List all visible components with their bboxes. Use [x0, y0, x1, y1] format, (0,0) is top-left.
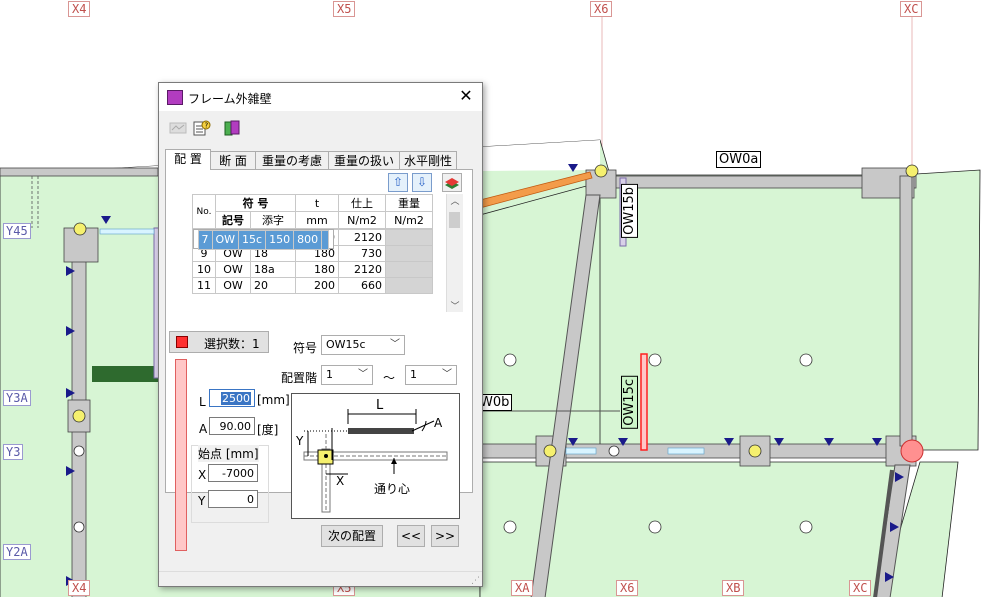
origin-y-input[interactable]: 0: [208, 490, 258, 508]
col-header-t: t: [295, 194, 339, 212]
move-down-button[interactable]: ⇩: [412, 173, 432, 192]
grid-label-x4-bottom: X4: [68, 580, 91, 596]
diagram-l-label: L: [376, 398, 384, 413]
col-header-juryo-unit: N/m2: [385, 211, 433, 229]
chevron-down-icon: ﹀: [390, 339, 400, 350]
wall-tag-ow15b[interactable]: OW15b: [621, 184, 638, 238]
col-header-fugo: 符 号: [215, 194, 296, 212]
wall-list-table[interactable]: No. 符 号 t 仕上 重量 記号 添字 mm N/m2 N/m2 7 OW …: [192, 194, 433, 294]
tab-horizontal-stiffness[interactable]: 水平剛性: [399, 151, 457, 170]
app-icon: [167, 90, 183, 105]
origin-x-label: X: [198, 468, 207, 482]
close-icon[interactable]: ✕: [456, 86, 476, 106]
fugo-label: 符号: [293, 341, 318, 355]
wall-tag-ow15c[interactable]: OW15c: [621, 376, 638, 429]
grid-label-xa-bottom: XA: [511, 580, 534, 596]
resize-grip-icon[interactable]: ⋰: [471, 576, 480, 586]
dialog-title: フレーム外雑壁: [188, 92, 272, 106]
selection-count-box: 選択数：1: [169, 331, 269, 353]
selection-color-bar: [175, 359, 187, 551]
placement-diagram: L A Y X 通り心: [291, 393, 460, 519]
scroll-down-icon[interactable]: ﹀: [447, 299, 463, 312]
selection-color-icon: [176, 336, 188, 348]
floor-tilde: ～: [383, 371, 396, 385]
wall-library-icon[interactable]: [223, 119, 241, 137]
chevron-down-icon: ﹀: [358, 369, 368, 380]
origin-x-input[interactable]: -7000: [208, 464, 258, 482]
origin-y-label: Y: [198, 494, 206, 508]
grid-label-x6-top: X6: [590, 1, 613, 17]
table-row[interactable]: 11 OW 20 200 660: [192, 277, 433, 294]
grid-label-y3a: Y3A: [3, 390, 31, 406]
table-row[interactable]: 7 OW 15c 150 800: [192, 229, 335, 250]
grid-label-xc-bottom: XC: [849, 580, 872, 596]
grid-label-x4-top: X4: [68, 1, 91, 17]
tab-weight-handling[interactable]: 重量の扱い: [328, 151, 400, 170]
grid-label-y2a: Y2A: [3, 544, 31, 560]
selection-count-label: 選択数：1: [204, 337, 260, 351]
tab-placement[interactable]: 配 置: [165, 149, 211, 170]
diagram-y-label: Y: [296, 434, 304, 448]
grid-label-xc-top: XC: [900, 1, 923, 17]
origin-group: 始点 [mm] X -7000 Y 0: [191, 445, 269, 523]
wall-tag-ow0a[interactable]: OW0a: [716, 151, 762, 168]
col-header-shiage-unit: N/m2: [338, 211, 386, 229]
diagram-center-line-label: 通り心: [374, 482, 411, 496]
grid-label-y3: Y3: [3, 444, 24, 460]
next-placement-button[interactable]: 次の配置: [321, 525, 383, 547]
table-scrollbar[interactable]: ︿ ﹀: [446, 194, 463, 312]
diagram-x-label: X: [336, 474, 345, 488]
tab-weight-consider[interactable]: 重量の考慮: [255, 151, 329, 170]
origin-label: 始点 [mm]: [198, 445, 259, 462]
col-header-kigo: 記号: [215, 211, 251, 229]
angle-unit: [度]: [257, 423, 279, 437]
col-header-juryo: 重量: [385, 194, 433, 212]
angle-input[interactable]: 90.00: [209, 417, 255, 435]
scroll-up-icon[interactable]: ︿: [447, 194, 463, 207]
grid-label-x5-top: X5: [333, 1, 356, 17]
floor-label: 配置階: [281, 371, 318, 385]
length-label: L: [199, 395, 206, 409]
frame-outer-wall-dialog: フレーム外雑壁 ✕ ? 配 置 断 面 重量の考慮 重量の扱い 水平剛性 ⇧ ⇩…: [158, 82, 483, 587]
grid-label-x6-bottom: X6: [616, 580, 639, 596]
prev-nav-button[interactable]: <<: [397, 525, 425, 547]
cad-canvas[interactable]: [0, 0, 1001, 597]
tab-section[interactable]: 断 面: [210, 151, 256, 170]
fugo-select[interactable]: OW15c ﹀: [321, 335, 405, 355]
next-nav-button[interactable]: >>: [431, 525, 459, 547]
scroll-thumb[interactable]: [449, 212, 460, 228]
grid-label-y45: Y45: [3, 223, 31, 239]
floor-to-select[interactable]: 1 ﹀: [405, 365, 457, 385]
length-input[interactable]: 2500: [209, 389, 255, 407]
col-header-shiage: 仕上: [338, 194, 386, 212]
angle-label: A: [199, 422, 208, 436]
floor-from-select[interactable]: 1 ﹀: [321, 365, 373, 385]
svg-text:?: ?: [205, 122, 209, 130]
grid-label-xb-bottom: XB: [722, 580, 745, 596]
col-header-t-unit: mm: [295, 211, 339, 229]
col-header-no: No.: [192, 194, 216, 229]
move-up-button[interactable]: ⇧: [388, 173, 408, 192]
col-header-soeji: 添字: [250, 211, 296, 229]
help-list-icon[interactable]: ?: [193, 119, 211, 137]
chevron-down-icon: ﹀: [442, 369, 452, 380]
wall-tag-w0b[interactable]: W0b: [478, 394, 513, 411]
layers-icon[interactable]: [442, 173, 462, 192]
length-unit: [mm]: [257, 393, 290, 407]
dialog-titlebar[interactable]: フレーム外雑壁 ✕: [159, 83, 482, 111]
disabled-tool-icon[interactable]: [169, 119, 187, 137]
dialog-statusbar: ⋰: [159, 571, 482, 586]
table-row[interactable]: 10 OW 18a 180 2120: [192, 261, 433, 278]
diagram-a-label: A: [434, 416, 443, 430]
